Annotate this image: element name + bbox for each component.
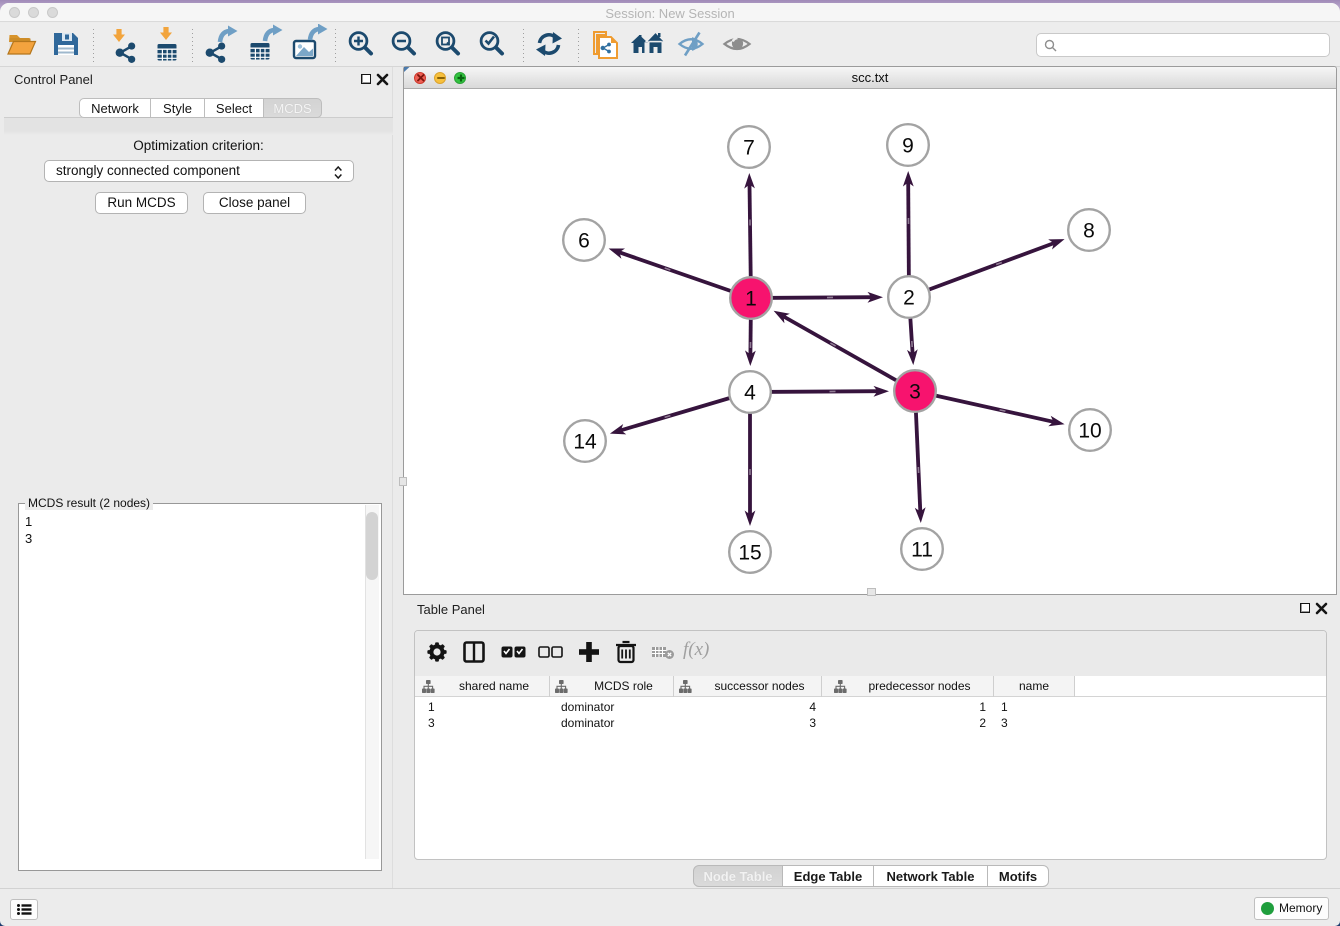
svg-text:3: 3 — [909, 381, 921, 404]
svg-text:9: 9 — [902, 135, 914, 158]
svg-text:2: 2 — [903, 287, 915, 310]
svg-text:4: 4 — [744, 382, 756, 405]
svg-text:1: 1 — [745, 288, 757, 311]
svg-text:6: 6 — [578, 230, 590, 253]
svg-text:8: 8 — [1083, 220, 1095, 243]
svg-text:15: 15 — [738, 542, 761, 565]
svg-text:10: 10 — [1078, 420, 1101, 443]
svg-text:14: 14 — [573, 431, 597, 454]
svg-text:11: 11 — [911, 539, 933, 562]
svg-text:7: 7 — [743, 137, 755, 160]
